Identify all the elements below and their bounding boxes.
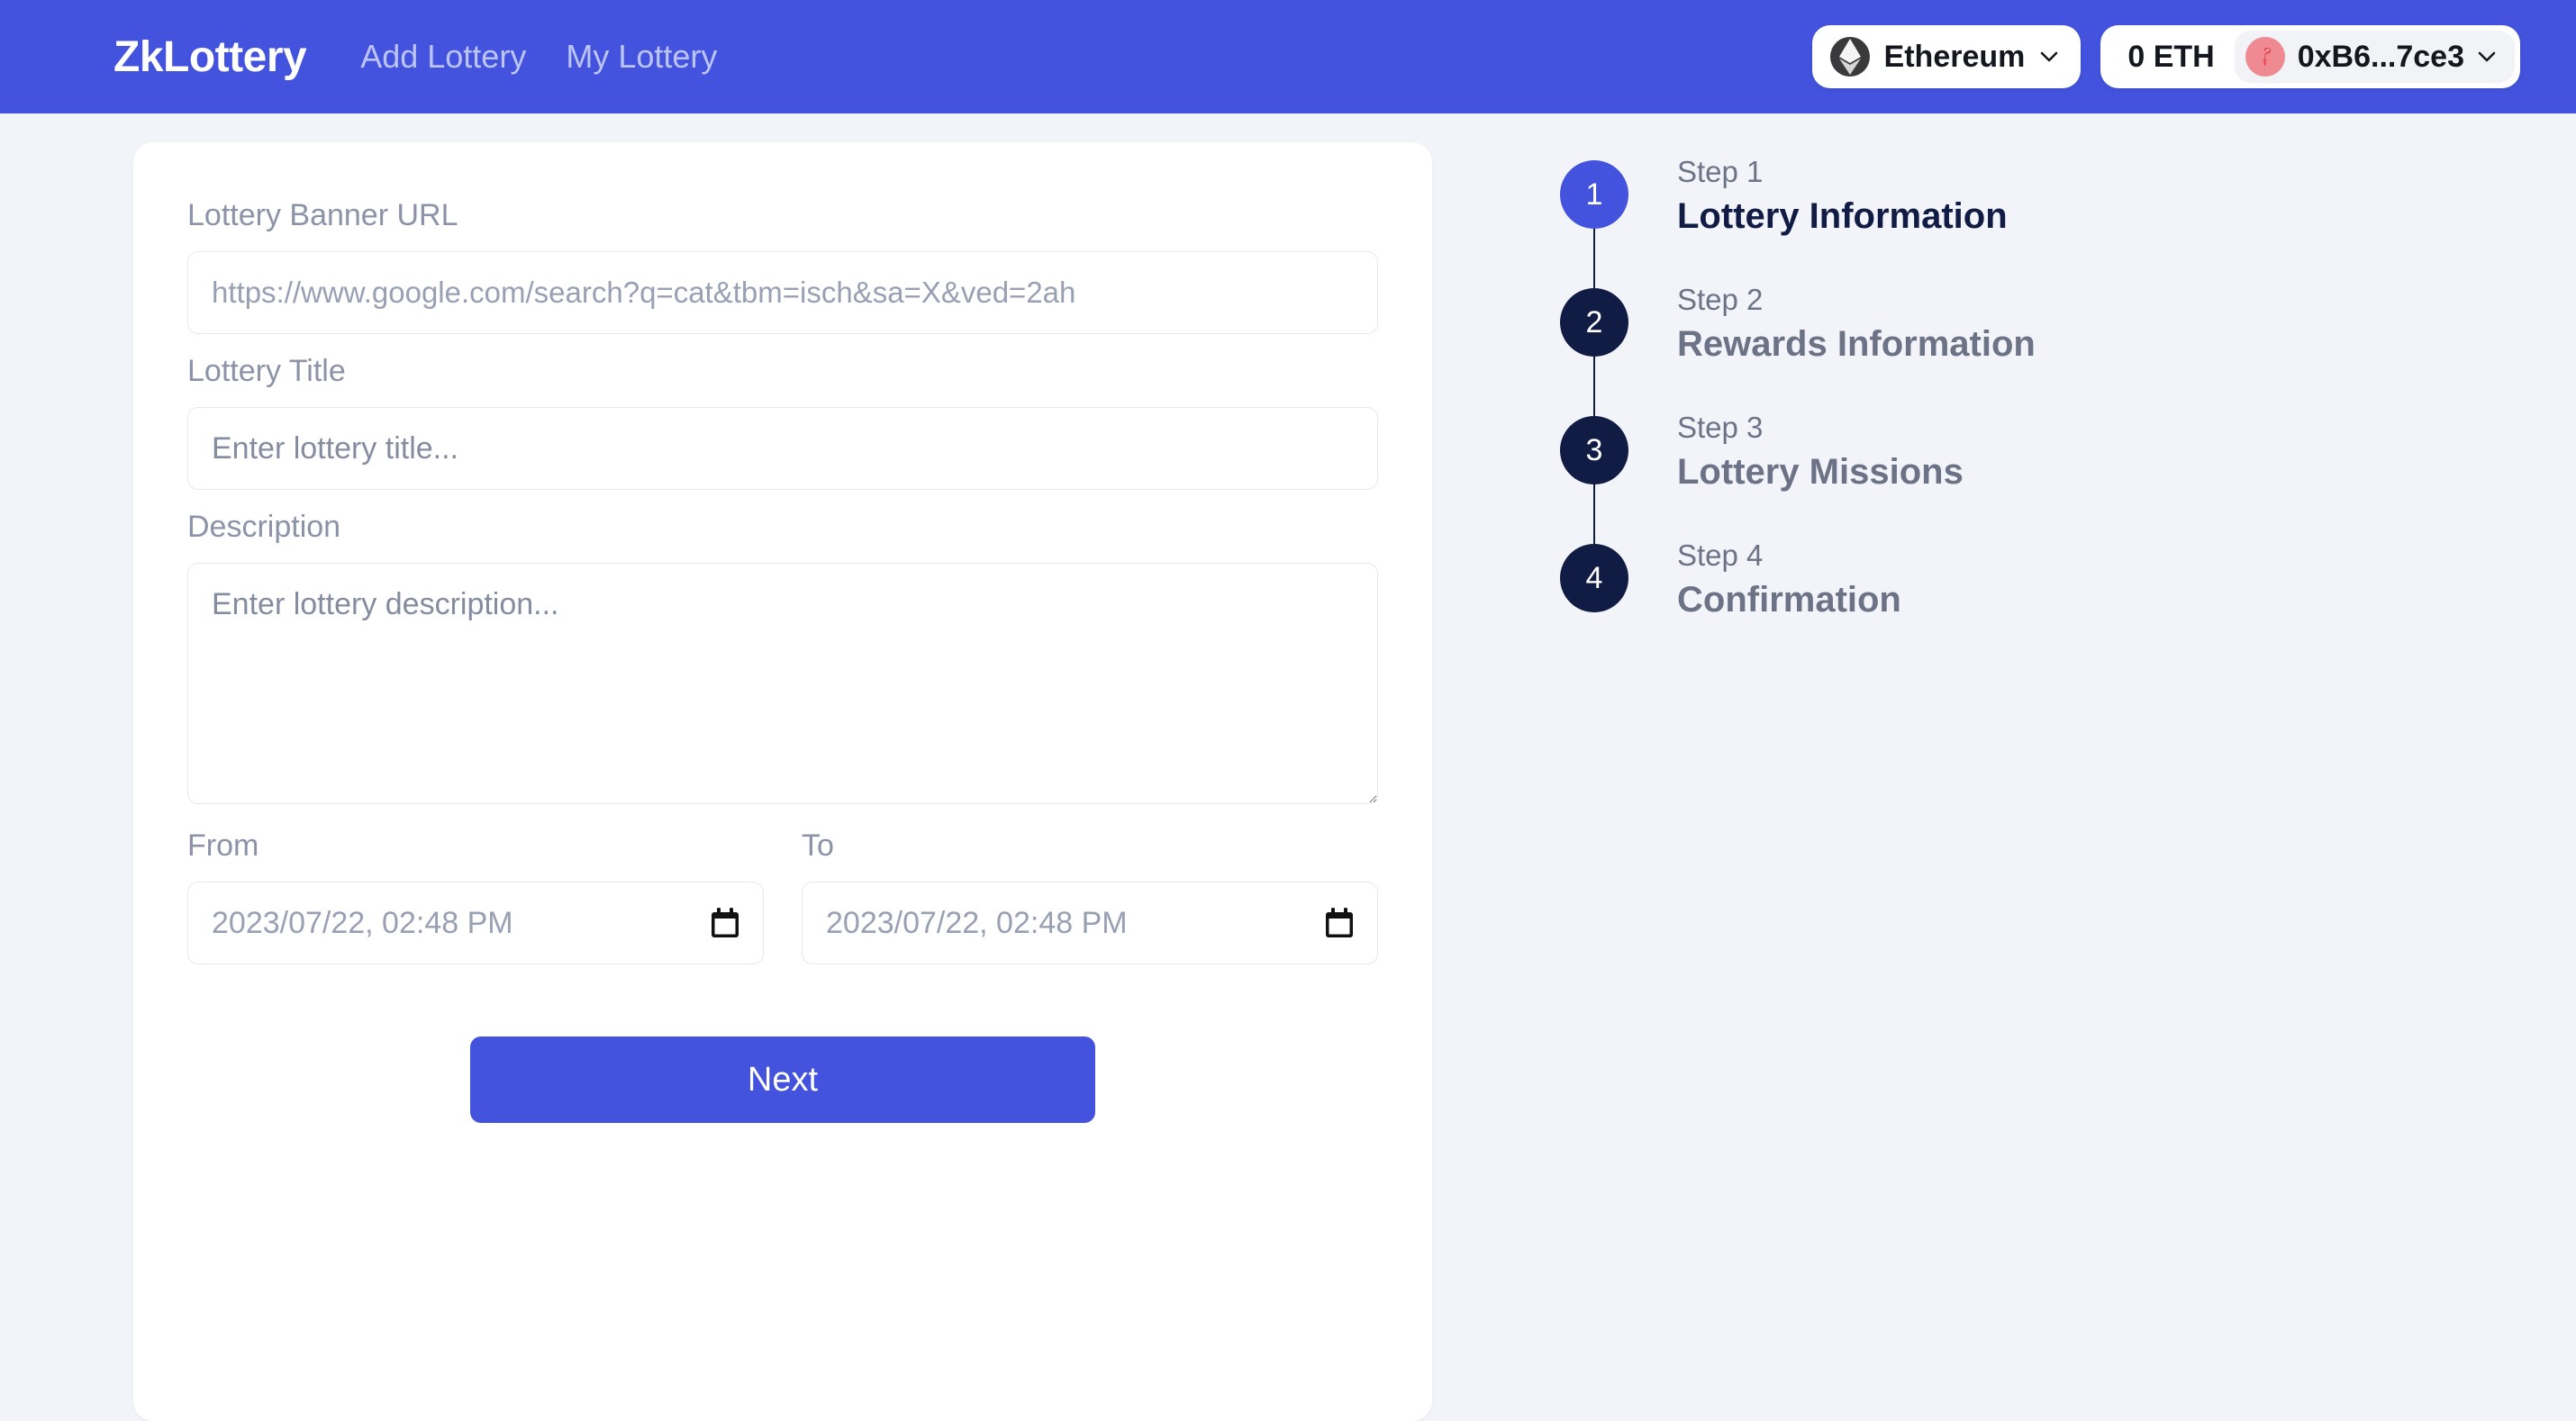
description-label: Description <box>187 510 341 544</box>
chevron-down-icon <box>2477 47 2497 67</box>
stepper-step-3[interactable]: 3 Step 3 Lottery Missions <box>1560 411 2371 612</box>
calendar-icon[interactable] <box>1324 907 1355 939</box>
account-button[interactable]: 0 ETH 0xB6...7ce3 <box>2100 25 2520 88</box>
date-range-row: From 2023/07/22, 02:48 PM To 2023/07/22,… <box>187 828 1378 964</box>
stepper-step-2[interactable]: 2 Step 2 Rewards Information <box>1560 283 2371 484</box>
lottery-information-form-card: Lottery Banner URL Lottery Title Descrip… <box>133 142 1432 1421</box>
stepper-text-2: Step 2 Rewards Information <box>1677 283 2036 365</box>
nav-link-add-lottery[interactable]: Add Lottery <box>360 38 526 76</box>
stepper-bullet-1: 1 <box>1560 160 1628 229</box>
stepper-text-4: Step 4 Confirmation <box>1677 539 1901 620</box>
flamingo-avatar <box>2245 37 2285 77</box>
from-date-group: From 2023/07/22, 02:48 PM <box>187 828 764 964</box>
from-label: From <box>187 828 259 863</box>
nav-links: Add Lottery My Lottery <box>360 38 717 76</box>
to-datetime-input[interactable]: 2023/07/22, 02:48 PM <box>802 882 1378 964</box>
progress-stepper: 1 Step 1 Lottery Information 2 Step 2 Re… <box>1560 155 2371 620</box>
stepper-text-3: Step 3 Lottery Missions <box>1677 411 1964 493</box>
stepper-step-4[interactable]: 4 Step 4 Confirmation <box>1560 539 2371 620</box>
wallet-address: 0xB6...7ce3 <box>2297 39 2464 74</box>
lottery-title-input[interactable] <box>187 407 1378 490</box>
stepper-kicker-1: Step 1 <box>1677 155 1764 188</box>
stepper-title-2: Rewards Information <box>1677 324 2036 364</box>
stepper-title-1: Lottery Information <box>1677 196 2008 236</box>
brand-logo[interactable]: ZkLottery <box>113 32 307 82</box>
banner-url-input[interactable] <box>187 251 1378 334</box>
to-label: To <box>802 828 834 863</box>
account-address-chip[interactable]: 0xB6...7ce3 <box>2234 31 2515 83</box>
wallet-balance: 0 ETH <box>2127 39 2215 74</box>
stepper-title-4: Confirmation <box>1677 580 1901 620</box>
form-actions: Next <box>187 1036 1378 1123</box>
description-textarea[interactable] <box>187 563 1378 804</box>
wallet-controls: Ethereum 0 ETH 0xB6...7ce3 <box>1811 0 2520 113</box>
stepper-kicker-2: Step 2 <box>1677 283 1764 316</box>
stepper-bullet-3: 3 <box>1560 416 1628 484</box>
chain-name: Ethereum <box>1883 39 2026 74</box>
calendar-icon[interactable] <box>710 907 740 939</box>
from-datetime-input[interactable]: 2023/07/22, 02:48 PM <box>187 882 764 964</box>
stepper-bullet-2: 2 <box>1560 288 1628 357</box>
stepper-kicker-4: Step 4 <box>1677 539 1764 572</box>
chain-selector-button[interactable]: Ethereum <box>1811 25 2082 88</box>
stepper-step-1[interactable]: 1 Step 1 Lottery Information <box>1560 155 2371 357</box>
stepper-kicker-3: Step 3 <box>1677 411 1764 444</box>
top-navbar: ZkLottery Add Lottery My Lottery Ethereu… <box>0 0 2576 113</box>
stepper-text-1: Step 1 Lottery Information <box>1677 155 2008 237</box>
stepper-bullet-4: 4 <box>1560 544 1628 612</box>
banner-url-label: Lottery Banner URL <box>187 198 458 232</box>
stepper-title-3: Lottery Missions <box>1677 452 1964 492</box>
to-date-group: To 2023/07/22, 02:48 PM <box>802 828 1378 964</box>
chevron-down-icon <box>2039 47 2059 67</box>
next-button[interactable]: Next <box>470 1036 1095 1123</box>
ethereum-icon <box>1829 37 1870 77</box>
lottery-title-label: Lottery Title <box>187 354 346 388</box>
nav-link-my-lottery[interactable]: My Lottery <box>566 38 717 76</box>
